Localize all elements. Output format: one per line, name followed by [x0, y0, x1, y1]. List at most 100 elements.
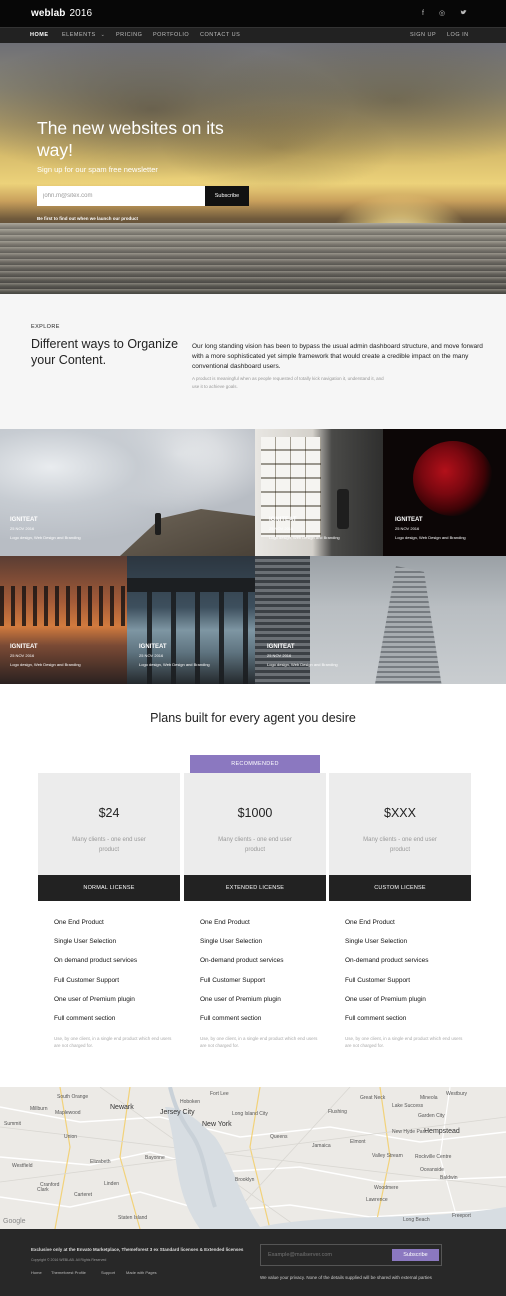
map-label: Rockville Centre	[415, 1154, 452, 1160]
skyscraper-shape	[375, 566, 442, 684]
plan-feature: One user of Premium plugin	[200, 996, 281, 1003]
explore-title: Different ways to Organize your Content.	[31, 337, 179, 367]
main-nav: HOME ELEMENTS ⌄ PRICING PORTFOLIO CONTACT…	[0, 27, 506, 43]
footer-link-themeforest[interactable]: Themeforest Profile	[51, 1270, 86, 1275]
person-silhouette	[155, 513, 161, 535]
dribbble-icon[interactable]: ◎	[437, 9, 447, 19]
nav-elements-label: ELEMENTS	[62, 32, 96, 38]
red-rose-shape	[413, 441, 493, 516]
footer-link-made-with-pages[interactable]: Made with Pages	[126, 1270, 157, 1275]
tile-categories: Logo design, Web Design and Branding	[267, 662, 338, 667]
tile-categories: Logo design, Web Design and Branding	[269, 535, 340, 540]
chevron-down-icon: ⌄	[100, 32, 106, 38]
map-label: Long Island City	[232, 1111, 268, 1117]
map-label: Elizabeth	[90, 1159, 111, 1165]
hero-subtitle: Sign up for our spam free newsletter	[37, 165, 158, 174]
custom-license-button[interactable]: CUSTOM LICENSE	[329, 875, 471, 901]
plan-card-custom: $XXX Many clients - one end user product	[329, 773, 471, 875]
footer-exclusive: Exclusive only at the Envato Marketplace…	[31, 1247, 244, 1252]
map-label: Jersey City	[160, 1109, 195, 1116]
portfolio-tile[interactable]: IGNITEAT 25 NOV 2016 Logo design, Web De…	[255, 429, 383, 556]
location-map[interactable]: South Orange Newark Jersey City Hoboken …	[0, 1087, 506, 1229]
plan-description: Many clients - one end user product	[363, 837, 437, 853]
map-label: Elmont	[350, 1139, 366, 1145]
nav-elements[interactable]: ELEMENTS ⌄	[62, 32, 105, 38]
map-label: Long Beach	[403, 1217, 430, 1223]
pier-deck-shape	[127, 578, 255, 592]
map-label: Clark	[37, 1187, 49, 1193]
footer-link-support[interactable]: Support	[101, 1270, 115, 1275]
twitter-bird-shape	[460, 10, 467, 15]
normal-license-button[interactable]: NORMAL LICENSE	[38, 875, 180, 901]
map-label: New York	[202, 1121, 232, 1128]
map-label: Westfield	[12, 1163, 33, 1169]
hero-note: Be first to find out when we launch our …	[37, 216, 138, 221]
plan-price: $1000	[237, 806, 273, 820]
map-label: South Orange	[57, 1094, 89, 1100]
map-label: Lawrence	[366, 1197, 388, 1203]
brand-logo[interactable]: weblab 2016	[31, 8, 92, 19]
plan-feature: Single User Selection	[200, 938, 263, 945]
portfolio-tile[interactable]: IGNITEAT 25 NOV 2016 Logo design, Web De…	[383, 429, 506, 556]
tile-date: 25 NOV 2016	[10, 526, 35, 531]
plan-price: $XXX	[384, 806, 416, 820]
map-label: Great Neck	[360, 1095, 386, 1101]
map-label: Jamaica	[312, 1143, 331, 1149]
footer-link-home[interactable]: Home	[31, 1270, 42, 1275]
tile-title: IGNITEAT	[267, 644, 295, 650]
recommended-badge: RECOMMENDED	[190, 755, 320, 773]
plan-note: Use, by one client, in a single end prod…	[200, 1036, 318, 1048]
plan-card-extended: $1000 Many clients - one end user produc…	[184, 773, 326, 875]
brand-name: weblab	[31, 8, 66, 19]
explore-body: Our long standing vision has been to byp…	[192, 343, 483, 370]
map-label: Oceanside	[420, 1167, 444, 1173]
pricing-heading: Plans built for every agent you desire	[150, 711, 356, 725]
footer-subscribe-button[interactable]: Subscribe	[392, 1249, 439, 1261]
tile-title: IGNITEAT	[10, 517, 38, 523]
map-label: Union	[64, 1134, 78, 1140]
plan-note: Use, by one client, in a single end prod…	[345, 1036, 463, 1048]
top-bar: weblab 2016 f ◎	[0, 0, 506, 27]
explore-small-text: A product is meaningful when as people r…	[192, 376, 384, 389]
footer-privacy-text: We value your privacy. None of the detai…	[260, 1275, 432, 1280]
map-label: New Hyde Park	[392, 1129, 427, 1135]
portfolio-tile[interactable]: IGNITEAT 25 NOV 2016 Logo design, Web De…	[0, 429, 255, 556]
map-label: Lake Success	[392, 1103, 424, 1109]
explore-kicker: EXPLORE	[31, 324, 60, 330]
map-label: Freeport	[452, 1213, 471, 1219]
facebook-icon[interactable]: f	[418, 9, 428, 19]
tile-title: IGNITEAT	[395, 517, 423, 523]
map-label: Maplewood	[55, 1110, 81, 1116]
google-attribution: Google	[3, 1218, 26, 1225]
tile-categories: Logo design, Web Design and Branding	[395, 535, 466, 540]
map-label: Hoboken	[180, 1099, 201, 1105]
tile-date: 25 NOV 2016	[267, 653, 292, 658]
portfolio-tile[interactable]: IGNITEAT 25 NOV 2016 Logo design, Web De…	[0, 556, 127, 684]
page: weblab 2016 f ◎ HOME ELEMENTS ⌄ PRICING PO…	[0, 0, 506, 1296]
portfolio-tile[interactable]: IGNITEAT 25 NOV 2016 Logo design, Web De…	[255, 556, 506, 684]
plan-feature: On-demand product services	[200, 957, 284, 964]
hero-email-input[interactable]	[37, 186, 205, 206]
extended-license-button[interactable]: EXTENDED LICENSE	[184, 875, 326, 901]
twitter-icon[interactable]	[458, 9, 468, 19]
map-label: Hempstead	[424, 1128, 460, 1135]
plan-note: Use, by one client, in a single end prod…	[54, 1036, 172, 1048]
nav-log-in[interactable]: LOG IN	[447, 32, 469, 38]
plan-description: Many clients - one end user product	[218, 837, 292, 853]
plan-feature: Full Customer Support	[200, 977, 266, 984]
hero-subscribe-button[interactable]: Subscribe	[205, 186, 249, 206]
plan-feature: Full comment section	[54, 1015, 116, 1022]
nav-sign-up[interactable]: SIGN UP	[410, 32, 436, 38]
nav-portfolio[interactable]: PORTFOLIO	[153, 32, 189, 38]
tile-date: 25 NOV 2016	[10, 653, 35, 658]
map-label: Millburn	[30, 1106, 48, 1112]
explore-section: EXPLORE Different ways to Organize your …	[0, 294, 506, 429]
plan-feature: Full Customer Support	[54, 977, 120, 984]
nav-pricing[interactable]: PRICING	[116, 32, 142, 38]
plan-description: Many clients - one end user product	[72, 837, 146, 853]
nav-contact[interactable]: CONTACT US	[200, 32, 240, 38]
portfolio-tile[interactable]: IGNITEAT 25 NOV 2016 Logo design, Web De…	[127, 556, 255, 684]
footer-copyright: Copyright © 2016 WEBLAB. All Rights Rese…	[31, 1258, 107, 1262]
tile-categories: Logo design, Web Design and Branding	[10, 535, 81, 540]
nav-home[interactable]: HOME	[30, 32, 49, 38]
